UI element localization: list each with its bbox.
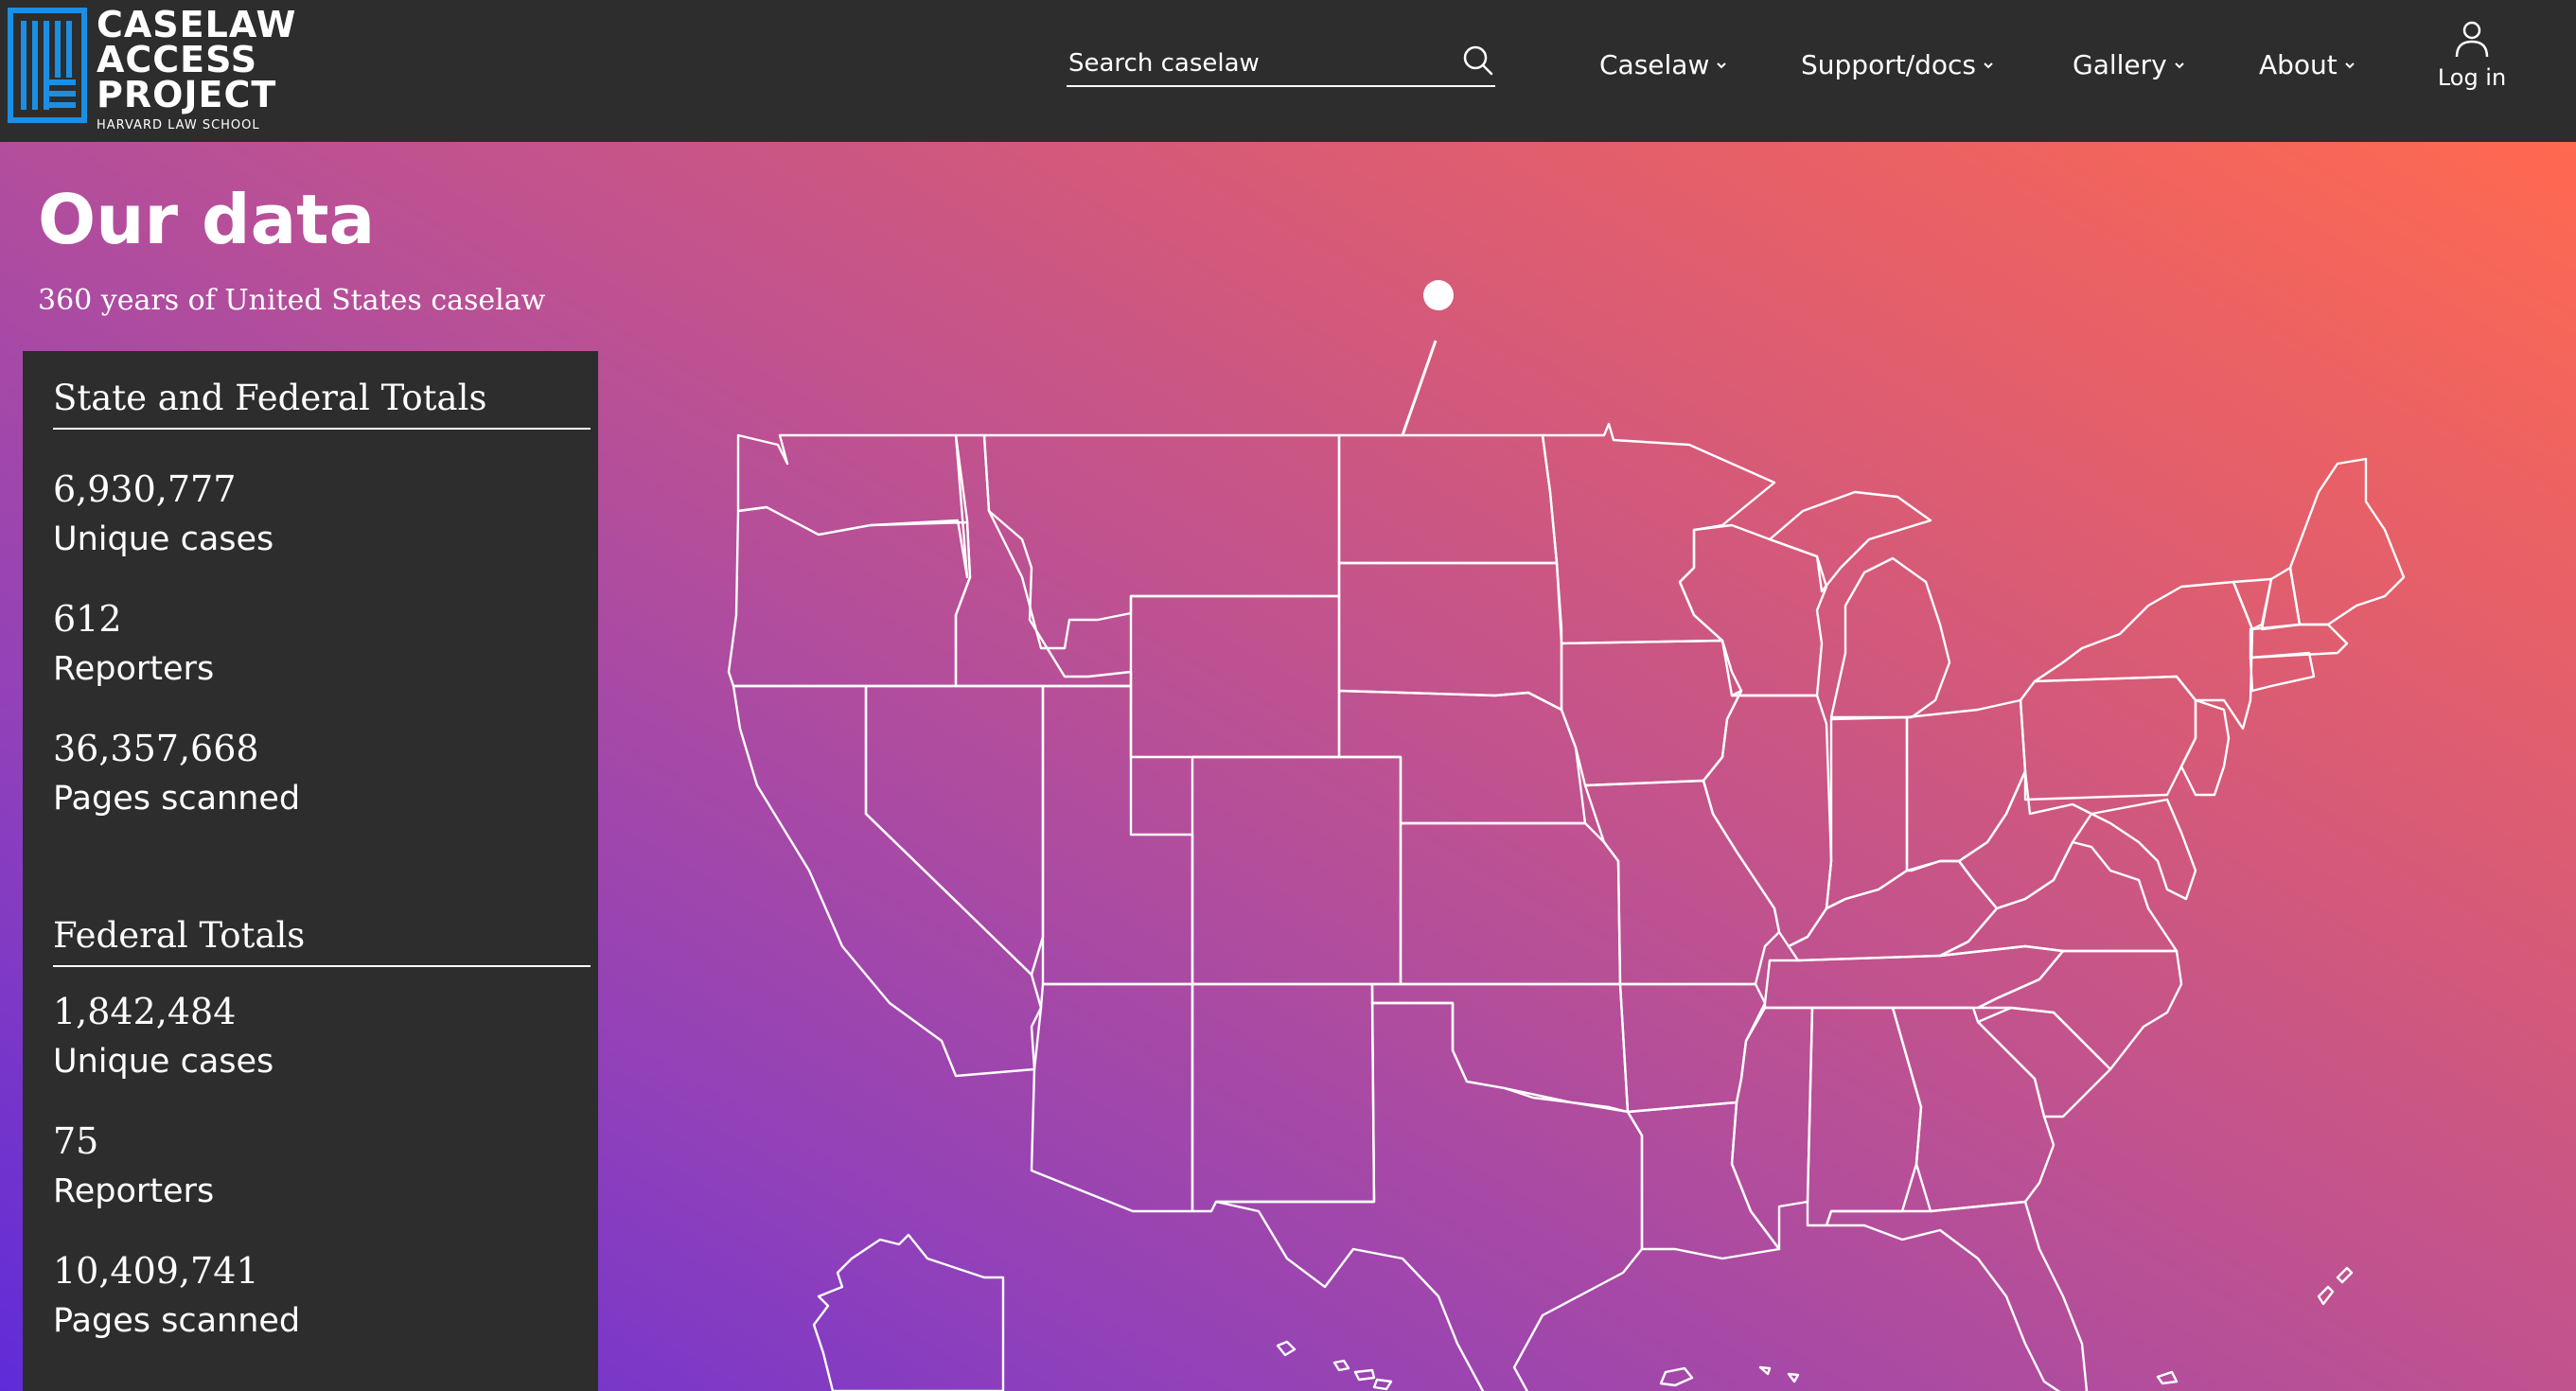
state-pennsylvania[interactable]: [2019, 675, 2197, 801]
logo-line-1: CASELAW: [97, 4, 297, 45]
stat-label: Unique cases: [53, 1043, 274, 1081]
state-new-jersey[interactable]: [2179, 698, 2231, 797]
login-button[interactable]: Log in: [2434, 19, 2510, 95]
stat-value: 6,930,777: [53, 468, 237, 510]
site-header: CASELAW ACCESS PROJECT HARVARD LAW SCHOO…: [0, 0, 2576, 142]
nav-support-docs[interactable]: Support/docs: [1801, 49, 1995, 80]
stat-value: 10,409,741: [53, 1250, 259, 1292]
site-logo[interactable]: CASELAW ACCESS PROJECT HARVARD LAW SCHOO…: [8, 7, 295, 132]
state-ohio[interactable]: [1905, 698, 2027, 872]
state-alabama[interactable]: [1806, 1006, 1923, 1227]
stat-federal-pages-scanned: 10,409,741 Pages scanned: [53, 1246, 300, 1347]
state-south-carolina[interactable]: [1976, 1006, 2112, 1118]
state-michigan[interactable]: [1768, 490, 1951, 719]
stat-pages-scanned: 36,357,668 Pages scanned: [53, 724, 300, 824]
stat-label: Reporters: [53, 650, 215, 688]
state-montana[interactable]: [982, 433, 1341, 650]
state-iowa[interactable]: [1560, 639, 1743, 787]
state-tennessee[interactable]: [1763, 944, 2065, 1010]
state-alaska[interactable]: [812, 1233, 1005, 1391]
chevron-down-icon: [1984, 62, 1993, 68]
state-louisiana[interactable]: [1626, 1100, 1781, 1260]
chevron-down-icon: [2175, 62, 2184, 68]
us-map[interactable]: [719, 255, 2451, 1391]
user-icon: [2455, 21, 2489, 58]
state-arizona[interactable]: [1030, 982, 1194, 1213]
state-new-hampshire[interactable]: [2260, 566, 2302, 631]
search-icon[interactable]: [1461, 44, 1495, 78]
hero-section: Our data 360 years of United States case…: [0, 142, 2576, 1391]
stat-value: 1,842,484: [53, 991, 237, 1032]
logo-line-2: ACCESS: [97, 39, 258, 80]
stat-federal-unique-cases: 1,842,484 Unique cases: [53, 987, 273, 1087]
map-pin-marker[interactable]: [1423, 280, 1454, 310]
stat-value: 75: [53, 1120, 99, 1162]
state-florida[interactable]: [1825, 1200, 2089, 1391]
stat-label: Unique cases: [53, 520, 274, 558]
stats-panel: State and Federal Totals 6,930,777 Uniqu…: [23, 351, 598, 1391]
state-new-mexico[interactable]: [1191, 982, 1376, 1213]
logo-line-3: PROJECT: [97, 74, 277, 115]
state-kansas[interactable]: [1399, 821, 1622, 986]
state-missouri[interactable]: [1583, 779, 1781, 986]
stat-label: Pages scanned: [53, 1302, 301, 1340]
state-virginia[interactable]: [1938, 840, 2179, 958]
state-maine[interactable]: [2288, 457, 2406, 626]
state-hawaii[interactable]: [1276, 1340, 1800, 1391]
state-georgia[interactable]: [1891, 1006, 2056, 1213]
state-new-york[interactable]: [2033, 580, 2254, 731]
map-pin-line: [1401, 340, 1438, 436]
stat-label: Reporters: [53, 1172, 215, 1210]
federal-heading: Federal Totals: [53, 915, 591, 967]
logo-mark-icon: [8, 8, 87, 123]
nav-caselaw[interactable]: Caselaw: [1599, 49, 1728, 80]
stat-federal-reporters: 75 Reporters: [53, 1117, 214, 1217]
nav-gallery-label: Gallery: [2073, 49, 2167, 80]
state-minnesota[interactable]: [1541, 422, 1776, 645]
logo-wordmark: CASELAW ACCESS PROJECT HARVARD LAW SCHOO…: [97, 4, 297, 132]
page-subtitle: 360 years of United States caselaw: [38, 284, 546, 317]
territory-islands[interactable]: [2156, 1266, 2354, 1385]
nav-gallery[interactable]: Gallery: [2073, 49, 2186, 80]
state-texas[interactable]: [1214, 1001, 1644, 1391]
state-washington[interactable]: [736, 433, 969, 579]
stat-label: Pages scanned: [53, 780, 301, 818]
stat-reporters: 612 Reporters: [53, 594, 214, 695]
state-maryland[interactable]: [2090, 798, 2197, 901]
state-north-dakota[interactable]: [1337, 433, 1559, 565]
state-arkansas[interactable]: [1618, 982, 1767, 1114]
stat-unique-cases: 6,930,777 Unique cases: [53, 465, 273, 565]
chevron-down-icon: [1717, 62, 1727, 68]
state-federal-heading: State and Federal Totals: [53, 378, 591, 430]
state-mississippi[interactable]: [1730, 1006, 1814, 1251]
state-oregon[interactable]: [727, 505, 972, 688]
nav-support-docs-label: Support/docs: [1801, 49, 1977, 80]
state-california[interactable]: [732, 684, 1043, 1078]
state-colorado[interactable]: [1191, 755, 1403, 986]
nav-about-label: About: [2259, 49, 2338, 80]
nav-about[interactable]: About: [2259, 49, 2356, 80]
chevron-down-icon: [2345, 62, 2355, 68]
state-nebraska[interactable]: [1337, 689, 1587, 825]
search-input[interactable]: [1067, 45, 1430, 81]
state-kentucky[interactable]: [1787, 859, 1999, 962]
login-label: Log in: [2437, 64, 2507, 91]
nav-caselaw-label: Caselaw: [1599, 49, 1710, 80]
stat-value: 612: [53, 598, 122, 640]
state-utah[interactable]: [1041, 684, 1194, 986]
page-title: Our data: [38, 180, 376, 259]
state-illinois[interactable]: [1702, 689, 1833, 948]
state-wyoming[interactable]: [1129, 594, 1341, 759]
logo-subtitle: HARVARD LAW SCHOOL: [97, 118, 260, 132]
state-nevada[interactable]: [864, 684, 1045, 977]
stat-value: 36,357,668: [53, 728, 259, 769]
search-bar: [1067, 42, 1495, 87]
state-south-dakota[interactable]: [1337, 561, 1563, 712]
state-connecticut[interactable]: [2249, 651, 2316, 693]
